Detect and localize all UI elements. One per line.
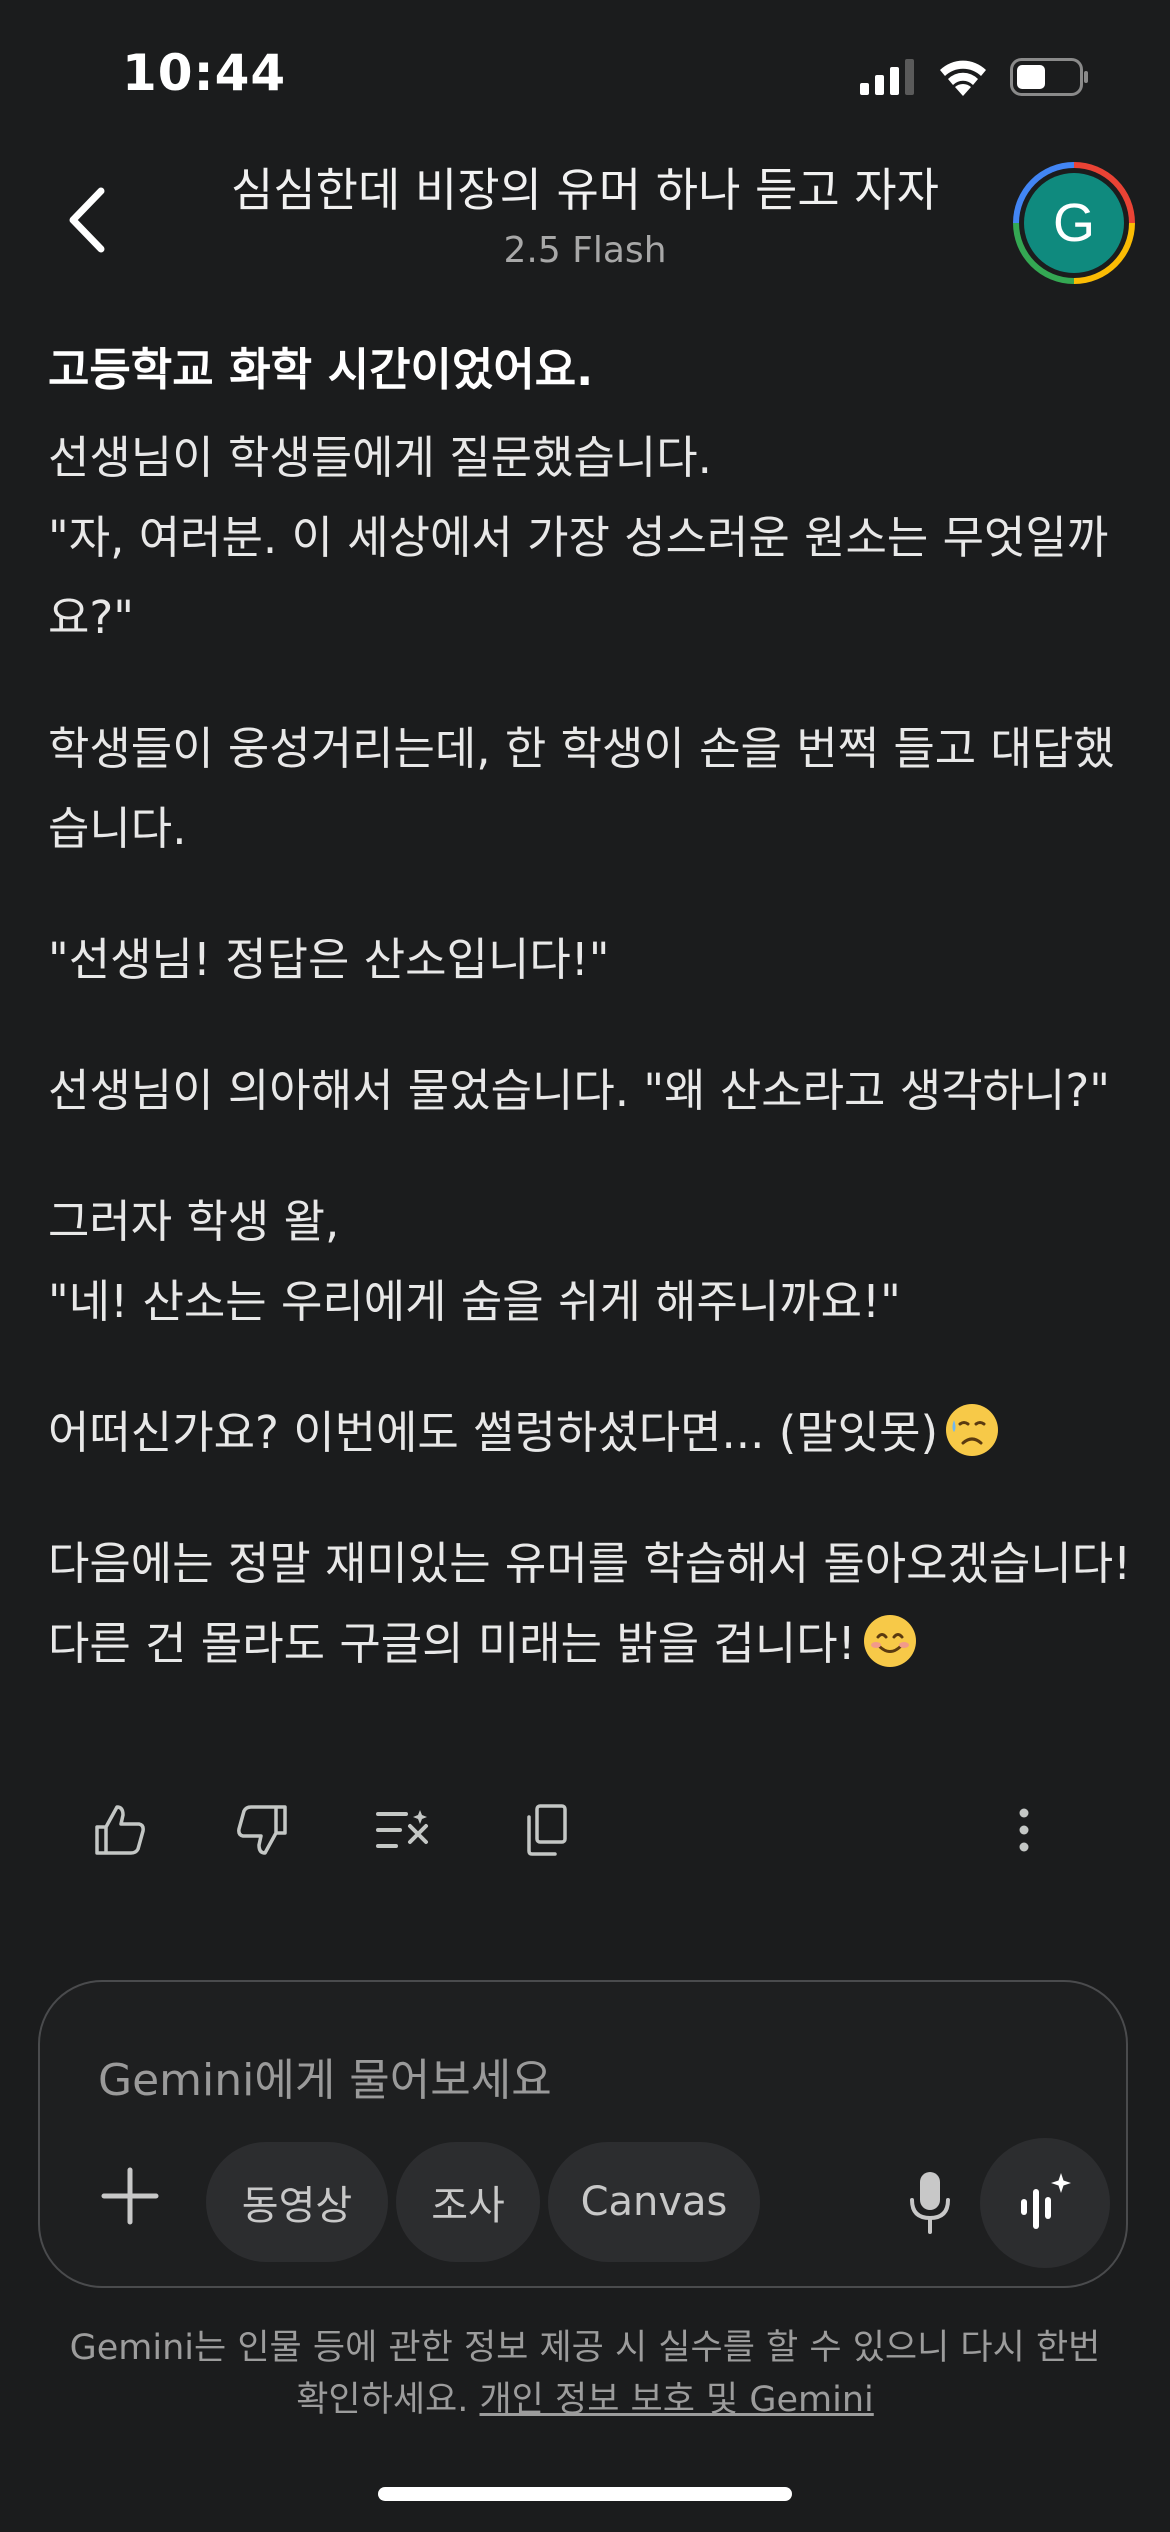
more-vert-icon bbox=[1019, 1808, 1029, 1852]
message-paragraph: 다른 건 몰라도 구글의 미래는 밝을 겁니다! bbox=[48, 1604, 1128, 1684]
smiling-face-emoji-icon bbox=[863, 1615, 916, 1667]
status-icons bbox=[860, 58, 1090, 96]
chip-video[interactable]: 동영상 bbox=[206, 2142, 388, 2262]
modify-response-button[interactable] bbox=[364, 1790, 444, 1870]
live-waveform-sparkle-icon bbox=[1021, 2173, 1071, 2229]
message-text: 다른 건 몰라도 구글의 미래는 밝을 겁니다! bbox=[48, 1617, 856, 1670]
status-bar: 10:44 bbox=[0, 0, 1170, 150]
thumbs-down-icon bbox=[237, 1805, 287, 1855]
message-paragraph: 선생님이 학생들에게 질문했습니다. bbox=[48, 431, 712, 484]
message-heading: 고등학교 화학 시간이었어요. bbox=[48, 343, 594, 396]
status-time: 10:44 bbox=[122, 44, 287, 102]
chip-canvas[interactable]: Canvas bbox=[548, 2142, 760, 2262]
modify-response-icon bbox=[376, 1810, 428, 1848]
sad-relieved-face-emoji-icon bbox=[946, 1404, 999, 1456]
copy-icon bbox=[527, 1804, 567, 1856]
battery-icon bbox=[1010, 58, 1088, 96]
message-paragraph: "네! 산소는 우리에게 숨을 쉬게 해주니까요!" bbox=[48, 1275, 901, 1328]
plus-icon bbox=[101, 2167, 159, 2225]
chevron-left-icon bbox=[69, 187, 105, 253]
more-options-button[interactable] bbox=[984, 1790, 1064, 1870]
account-avatar-button[interactable]: G bbox=[1013, 162, 1135, 284]
privacy-link[interactable]: 개인 정보 보호 및 Gemini bbox=[479, 2380, 873, 2420]
chat-header: 심심한데 비장의 유머 하나 듣고 자자 2.5 Flash G bbox=[0, 150, 1170, 300]
chat-title[interactable]: 심심한데 비장의 유머 하나 듣고 자자 bbox=[180, 154, 990, 220]
message-text: 어떠신가요? 이번에도 썰렁하셨다면... (말잇못) bbox=[48, 1406, 939, 1459]
message-paragraph: 다음에는 정말 재미있는 유머를 학습해서 돌아오겠습니다! bbox=[48, 1537, 1132, 1590]
back-button[interactable] bbox=[52, 180, 122, 260]
prompt-input-box[interactable]: Gemini에게 물어보세요 동영상 조사 Canvas bbox=[38, 1980, 1128, 2288]
chip-research[interactable]: 조사 bbox=[396, 2142, 540, 2262]
message-paragraph: "자, 여러분. 이 세상에서 가장 성스러운 원소는 무엇일까요?" bbox=[48, 511, 1109, 644]
prompt-input[interactable]: Gemini에게 물어보세요 bbox=[98, 2044, 552, 2108]
microphone-icon bbox=[910, 2172, 950, 2234]
copy-button[interactable] bbox=[506, 1790, 586, 1870]
message-paragraph: "선생님! 정답은 산소입니다!" bbox=[48, 933, 610, 986]
microphone-button[interactable] bbox=[880, 2152, 980, 2252]
message-paragraph: 학생들이 웅성거리는데, 한 학생이 손을 번쩍 들고 대답했습니다. bbox=[48, 722, 1115, 855]
thumbs-up-button[interactable] bbox=[80, 1790, 160, 1870]
message-paragraph: 그러자 학생 왈, bbox=[48, 1195, 340, 1248]
response-actions bbox=[80, 1790, 1090, 1870]
avatar: G bbox=[1024, 173, 1124, 273]
thumbs-down-button[interactable] bbox=[222, 1790, 302, 1870]
home-indicator[interactable] bbox=[378, 2487, 792, 2501]
disclaimer: Gemini는 인물 등에 관한 정보 제공 시 실수를 할 수 있으니 다시 … bbox=[60, 2322, 1110, 2426]
message-paragraph: 어떠신가요? 이번에도 썰렁하셨다면... (말잇못) bbox=[48, 1393, 1128, 1473]
thumbs-up-icon bbox=[95, 1805, 145, 1855]
gemini-live-button[interactable] bbox=[980, 2138, 1110, 2268]
message-paragraph: 선생님이 의아해서 물었습니다. "왜 산소라고 생각하니?" bbox=[48, 1064, 1110, 1117]
response-message: 고등학교 화학 시간이었어요. 선생님이 학생들에게 질문했습니다. "자, 여… bbox=[48, 330, 1132, 1684]
model-label[interactable]: 2.5 Flash bbox=[180, 230, 990, 271]
wifi-icon bbox=[940, 60, 986, 96]
add-attachment-button[interactable] bbox=[90, 2156, 170, 2236]
signal-icon bbox=[860, 59, 914, 95]
